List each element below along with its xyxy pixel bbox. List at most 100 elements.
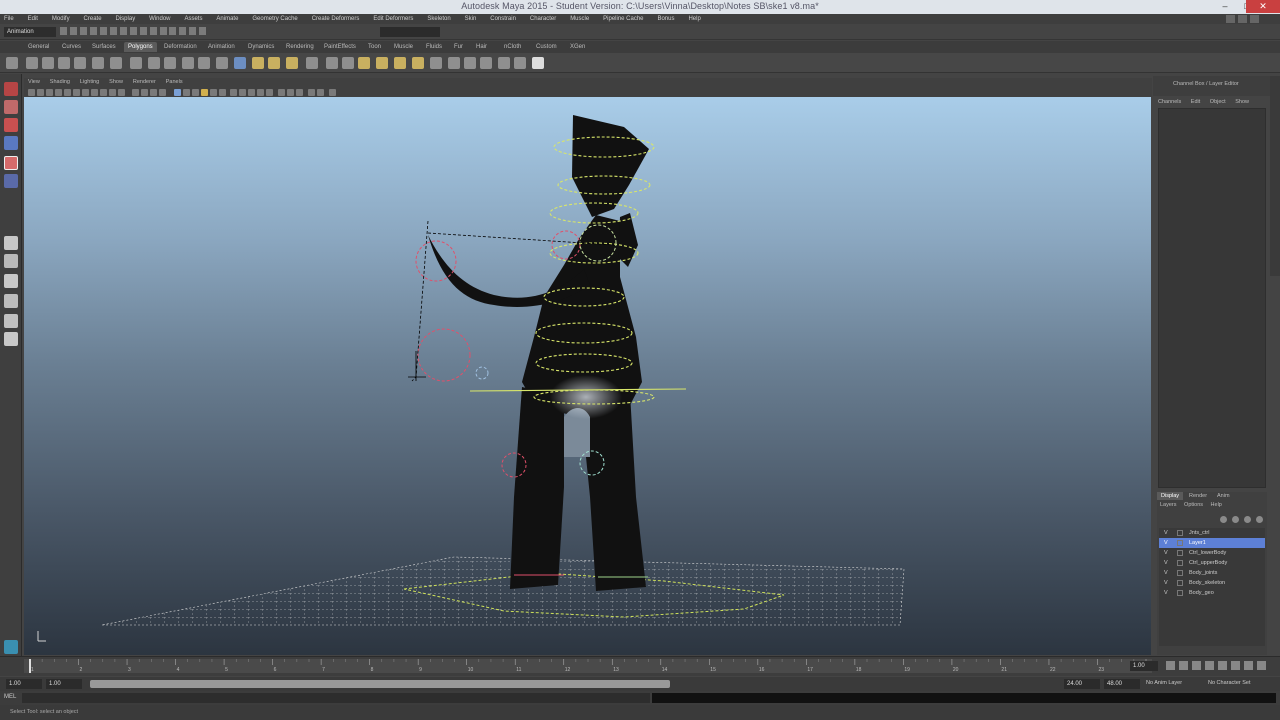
panel-menu-renderer[interactable]: Renderer	[133, 78, 156, 87]
triangulate-icon[interactable]	[430, 57, 442, 69]
render-settings-icon[interactable]	[189, 27, 197, 35]
layer-color-swatch[interactable]	[1177, 570, 1183, 576]
layer-color-swatch[interactable]	[1177, 540, 1183, 546]
xray-icon[interactable]	[248, 89, 255, 96]
bridge-icon[interactable]	[268, 57, 280, 69]
menu-animate[interactable]: Animate	[216, 14, 238, 24]
uv-editor-icon[interactable]	[514, 57, 526, 69]
film-gate-icon[interactable]	[73, 89, 80, 96]
insert-edge-loop-icon[interactable]	[326, 57, 338, 69]
float-menu-icon[interactable]	[1226, 15, 1235, 23]
layer-visibility-toggle[interactable]: V	[1164, 528, 1168, 538]
poly-plane-icon[interactable]	[92, 57, 104, 69]
combine-icon[interactable]	[148, 57, 160, 69]
layer-visibility-toggle[interactable]: V	[1164, 588, 1168, 598]
menu-window[interactable]: Window	[149, 14, 170, 24]
step-back-frame-icon[interactable]	[1191, 661, 1201, 670]
panel-menu-shading[interactable]: Shading	[50, 78, 70, 87]
step-back-key-icon[interactable]	[1178, 661, 1188, 670]
layer-row[interactable]: V Jnts_ctrl	[1159, 528, 1265, 538]
anti-aliasing-icon[interactable]	[219, 89, 226, 96]
layer-visibility-toggle[interactable]: V	[1164, 548, 1168, 558]
panel-menu-show[interactable]: Show	[109, 78, 123, 87]
flat-shade-icon[interactable]	[150, 89, 157, 96]
layer-row[interactable]: V Body_skeleton	[1159, 578, 1265, 588]
history-icon[interactable]	[159, 27, 167, 35]
isolate-select-icon[interactable]	[239, 89, 246, 96]
tab-fur[interactable]: Fur	[450, 42, 467, 52]
new-scene-icon[interactable]	[60, 27, 67, 35]
layer-visibility-toggle[interactable]: V	[1164, 578, 1168, 588]
menu-assets[interactable]: Assets	[184, 14, 202, 24]
viewport2-icon[interactable]	[278, 89, 285, 96]
rotate-tool-icon[interactable]	[4, 156, 18, 170]
paint-select-tool-icon[interactable]	[4, 118, 18, 132]
move-layer-down-icon[interactable]	[1232, 516, 1240, 523]
range-end-field[interactable]: 48.00	[1104, 679, 1140, 689]
single-layout-icon[interactable]	[4, 236, 18, 250]
current-time-marker[interactable]	[29, 659, 31, 673]
tab-render-layers[interactable]: Render	[1185, 492, 1211, 500]
snap-curve-icon[interactable]	[129, 27, 137, 35]
menu-create-deformers[interactable]: Create Deformers	[312, 14, 360, 24]
wireframe-icon[interactable]	[132, 89, 139, 96]
character-set-dropdown[interactable]: No Character Set	[1208, 680, 1251, 686]
poly-torus-icon[interactable]	[110, 57, 122, 69]
go-to-start-icon[interactable]	[1166, 661, 1175, 670]
snap-point-icon[interactable]	[139, 27, 147, 35]
render-icon[interactable]	[169, 27, 177, 35]
menu-skin[interactable]: Skin	[465, 14, 477, 24]
move-layer-up-icon[interactable]	[1220, 516, 1228, 523]
layer-menu-layers[interactable]: Layers	[1160, 502, 1177, 508]
harden-edge-icon[interactable]	[498, 57, 510, 69]
textured-icon[interactable]	[174, 89, 181, 96]
pivot-locator[interactable]	[475, 366, 489, 380]
extract-icon[interactable]	[182, 57, 194, 69]
tab-hair[interactable]: Hair	[472, 42, 491, 52]
persp-graph-layout-icon[interactable]	[4, 294, 18, 308]
poly-cone-icon[interactable]	[74, 57, 86, 69]
mirror-icon[interactable]	[234, 57, 246, 69]
tab-animation[interactable]: Animation	[204, 42, 239, 52]
cb-menu-object[interactable]: Object	[1210, 99, 1226, 105]
snap-plane-icon[interactable]	[149, 27, 157, 35]
poly-cylinder-icon[interactable]	[58, 57, 70, 69]
tab-display-layers[interactable]: Display	[1157, 492, 1184, 500]
menu-file[interactable]: File	[4, 14, 14, 24]
merge-icon[interactable]	[358, 57, 370, 69]
minimize-button[interactable]: –	[1214, 0, 1236, 13]
camera-attributes-icon[interactable]	[37, 89, 44, 96]
render-view-icon[interactable]	[4, 640, 18, 654]
name-field[interactable]	[380, 27, 440, 37]
xray-joints-icon[interactable]	[257, 89, 264, 96]
poly-sphere-icon[interactable]	[26, 57, 38, 69]
snap-grid-icon[interactable]	[119, 27, 127, 35]
layer-color-swatch[interactable]	[1177, 580, 1183, 586]
grid-toggle-icon[interactable]	[64, 89, 71, 96]
channel-box-body[interactable]	[1158, 108, 1266, 488]
shoulder-ik-control[interactable]	[415, 240, 457, 282]
bounding-box-icon[interactable]	[159, 89, 166, 96]
poly-pyramid-icon[interactable]	[130, 57, 142, 69]
smooth-icon[interactable]	[198, 57, 210, 69]
restore-menu-icon[interactable]	[1238, 15, 1247, 23]
tab-custom[interactable]: Custom	[532, 42, 561, 52]
layer-row[interactable]: V Body_geo	[1159, 588, 1265, 598]
play-backwards-icon[interactable]	[1204, 661, 1214, 670]
close-menu-icon[interactable]	[1250, 15, 1259, 23]
tab-ncloth[interactable]: nCloth	[500, 42, 525, 52]
extrude-icon[interactable]	[252, 57, 264, 69]
tab-fluids[interactable]: Fluids	[422, 42, 446, 52]
go-to-end-icon[interactable]	[1256, 661, 1266, 670]
offset-edge-loop-icon[interactable]	[342, 57, 354, 69]
outliner-layout-icon[interactable]	[4, 332, 18, 346]
split-icon[interactable]	[306, 57, 318, 69]
xray-components-icon[interactable]	[266, 89, 273, 96]
reverse-normals-icon[interactable]	[464, 57, 476, 69]
tab-xgen[interactable]: XGen	[566, 42, 589, 52]
step-forward-frame-icon[interactable]	[1230, 661, 1240, 670]
resolution-gate-icon[interactable]	[82, 89, 89, 96]
tab-painteffects[interactable]: PaintEffects	[320, 42, 360, 52]
use-all-lights-icon[interactable]	[183, 89, 190, 96]
poly-cube-icon[interactable]	[42, 57, 54, 69]
